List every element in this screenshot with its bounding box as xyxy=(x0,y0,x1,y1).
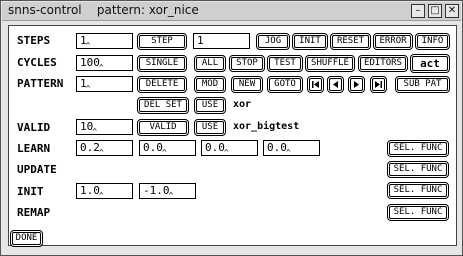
sub-pat-button[interactable]: SUB PAT xyxy=(395,76,450,93)
next-pattern-button[interactable] xyxy=(348,76,365,93)
learn-param-2[interactable]: 0.0^ xyxy=(139,140,196,157)
init-button[interactable]: INIT xyxy=(292,33,328,50)
title-bar[interactable]: snns-control pattern: xor_nice – □ ✕ xyxy=(2,2,461,21)
minimize-icon[interactable]: – xyxy=(411,4,425,18)
validation-set-name: xor_bigtest xyxy=(233,121,300,132)
goto-button[interactable]: GOTO xyxy=(267,76,303,93)
cycles-input[interactable]: 100^ xyxy=(76,55,133,72)
training-set-name: xor xyxy=(233,99,252,110)
init-param-1[interactable]: 1.0^ xyxy=(76,183,133,200)
reset-button[interactable]: RESET xyxy=(330,33,371,50)
all-button[interactable]: ALL xyxy=(194,55,226,72)
prev-pattern-button[interactable] xyxy=(327,76,344,93)
learn-sel-func-button[interactable]: SEL. FUNC xyxy=(387,140,449,157)
prev-icon xyxy=(333,81,338,88)
done-button[interactable]: DONE xyxy=(10,230,43,247)
init-param-2[interactable]: -1.0^ xyxy=(139,183,196,200)
learn-param-1[interactable]: 0.2^ xyxy=(76,140,133,157)
update-label: UPDATE xyxy=(17,163,57,176)
valid-label: VALID xyxy=(17,121,51,134)
pattern-label: PATTERN xyxy=(17,77,64,90)
info-button[interactable]: INFO xyxy=(415,33,450,50)
use-set-button[interactable]: USE xyxy=(194,97,226,114)
update-sel-func-button[interactable]: SEL. FUNC xyxy=(387,161,449,178)
first-icon xyxy=(312,81,319,88)
delete-button[interactable]: DELETE xyxy=(137,76,187,93)
control-panel: STEPS 1^ STEP 1 JOG INIT RESET ERROR INF… xyxy=(8,25,457,246)
stop-button[interactable]: STOP xyxy=(229,55,265,72)
learn-param-4[interactable]: 0.0^ xyxy=(263,140,320,157)
last-icon xyxy=(375,81,382,88)
remap-sel-func-button[interactable]: SEL. FUNC xyxy=(387,204,449,221)
window-title: snns-control pattern: xor_nice xyxy=(8,3,199,17)
steps-input[interactable]: 1^ xyxy=(76,33,133,50)
use-valid-button[interactable]: USE xyxy=(194,119,226,136)
last-pattern-button[interactable] xyxy=(370,76,387,93)
del-set-button[interactable]: DEL SET xyxy=(137,97,189,114)
learn-param-3[interactable]: 0.0^ xyxy=(201,140,258,157)
editors-button[interactable]: EDITORS xyxy=(358,55,408,72)
steps-label: STEPS xyxy=(17,34,51,47)
next-icon xyxy=(354,81,359,88)
act-button[interactable]: act xyxy=(410,54,450,73)
close-icon[interactable]: ✕ xyxy=(445,4,459,18)
shuffle-button[interactable]: SHUFFLE xyxy=(305,55,355,72)
step-button[interactable]: STEP xyxy=(137,33,187,50)
single-button[interactable]: SINGLE xyxy=(137,55,187,72)
cycles-label: CYCLES xyxy=(17,56,57,69)
pattern-input[interactable]: 1^ xyxy=(76,76,133,93)
learn-label: LEARN xyxy=(17,142,51,155)
snns-control-window: snns-control pattern: xor_nice – □ ✕ STE… xyxy=(0,0,463,256)
init-label: INIT xyxy=(17,185,44,198)
first-pattern-button[interactable] xyxy=(307,76,324,93)
valid-button[interactable]: VALID xyxy=(137,119,189,136)
error-button[interactable]: ERROR xyxy=(373,33,413,50)
init-sel-func-button[interactable]: SEL. FUNC xyxy=(387,182,449,199)
test-button[interactable]: TEST xyxy=(267,55,303,72)
mod-button[interactable]: MOD xyxy=(194,76,226,93)
remap-label: REMAP xyxy=(17,206,51,219)
jog-button[interactable]: JOG xyxy=(256,33,290,50)
maximize-icon[interactable]: □ xyxy=(428,4,442,18)
valid-input[interactable]: 10^ xyxy=(76,119,133,136)
step-count-input[interactable]: 1 xyxy=(193,33,250,49)
new-button[interactable]: NEW xyxy=(231,76,263,93)
